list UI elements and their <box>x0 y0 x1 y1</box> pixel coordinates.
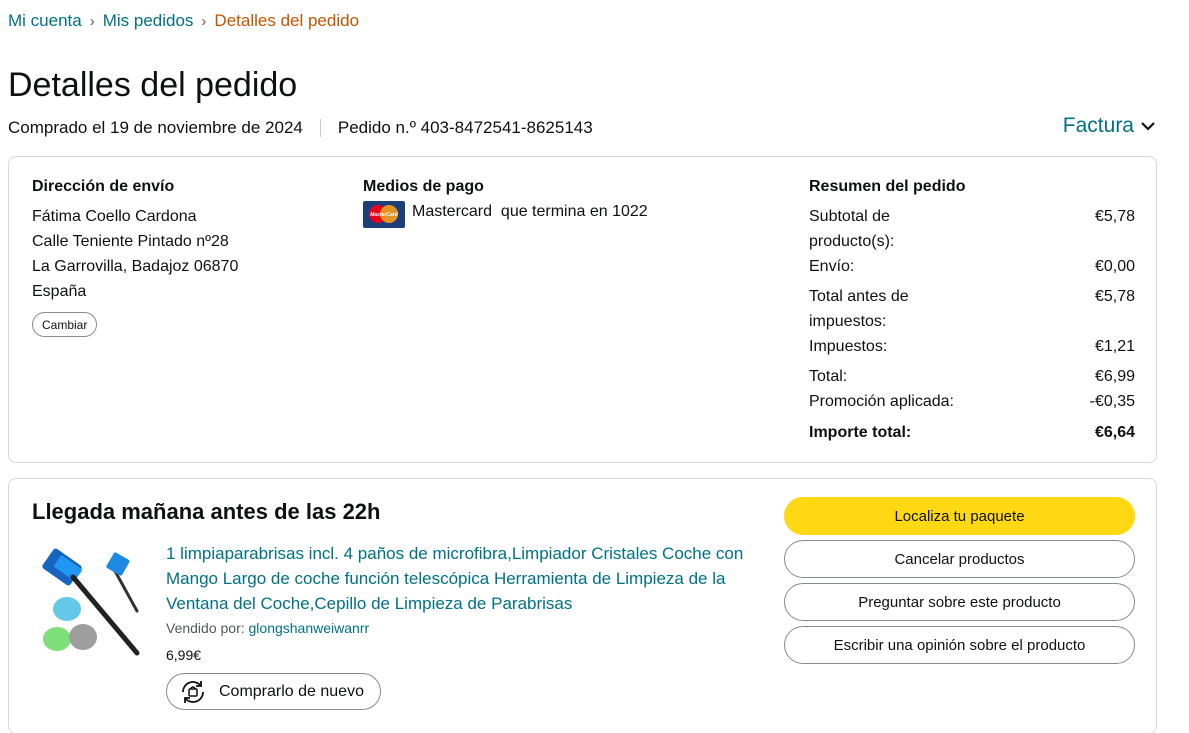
order-meta: Comprado el 19 de noviembre de 2024 Pedi… <box>8 118 593 138</box>
seller-link[interactable]: glongshanweiwanrr <box>249 620 370 636</box>
payment-title: Medios de pago <box>363 178 484 195</box>
write-review-button[interactable]: Escribir una opinión sobre el producto <box>784 626 1135 664</box>
mastercard-logo-text: MasterCard <box>370 211 398 218</box>
shipping-address-title: Dirección de envío <box>32 178 175 195</box>
invoice-label: Factura <box>1062 114 1134 137</box>
shipping-name: Fátima Coello Cardona <box>32 208 197 225</box>
shipping-city: La Garrovilla, Badajoz 06870 <box>32 258 239 275</box>
order-summary-title: Resumen del pedido <box>809 178 966 195</box>
purchase-date: Comprado el 19 de noviembre de 2024 <box>8 118 303 137</box>
chevron-down-icon <box>1141 122 1155 131</box>
shipping-street: Calle Teniente Pintado nº28 <box>32 233 229 250</box>
track-package-button[interactable]: Localiza tu paquete <box>784 497 1135 535</box>
payment-method: Mastercard que termina en 1022 <box>412 203 648 220</box>
order-info-card: Dirección de envío Fátima Coello Cardona… <box>8 156 1157 463</box>
summary-row: Subtotal de producto(s): €5,78 <box>809 208 1135 250</box>
arrival-status: Llegada mañana antes de las 22h <box>32 499 381 524</box>
summary-row: Impuestos: €1,21 <box>809 338 1135 355</box>
breadcrumb-current: Detalles del pedido <box>214 11 360 30</box>
summary-row: Total antes de impuestos: €5,78 <box>809 288 1135 330</box>
product-title-link[interactable]: 1 limpiaparabrisas incl. 4 paños de micr… <box>166 541 751 616</box>
breadcrumb-separator-icon: › <box>201 12 207 30</box>
summary-row: Promoción aplicada: -€0,35 <box>809 393 1135 410</box>
breadcrumb: Mi cuenta › Mis pedidos › Detalles del p… <box>8 11 359 31</box>
summary-total-row: Importe total: €6,64 <box>809 424 1135 441</box>
page-title: Detalles del pedido <box>8 66 298 104</box>
order-number: Pedido n.º 403-8472541-8625143 <box>337 118 593 137</box>
meta-divider <box>319 119 321 137</box>
buy-again-button[interactable]: Comprarlo de nuevo <box>166 673 381 710</box>
shipping-country: España <box>32 283 87 300</box>
summary-row: Envío: €0,00 <box>809 258 1135 275</box>
mastercard-icon: MasterCard <box>363 201 405 228</box>
ask-product-question-button[interactable]: Preguntar sobre este producto <box>784 583 1135 621</box>
seller-label: Vendido por: <box>166 620 245 636</box>
breadcrumb-my-account[interactable]: Mi cuenta <box>8 11 82 31</box>
change-address-button[interactable]: Cambiar <box>32 312 98 337</box>
breadcrumb-my-orders[interactable]: Mis pedidos <box>103 11 194 31</box>
product-price: 6,99€ <box>166 647 202 663</box>
seller-info: Vendido por: glongshanweiwanrr <box>166 620 369 636</box>
shipment-card: Llegada mañana antes de las 22h 1 limpia… <box>8 478 1157 733</box>
buy-again-label: Comprarlo de nuevo <box>219 682 364 700</box>
buy-again-icon <box>182 680 204 703</box>
product-image[interactable] <box>37 541 147 659</box>
breadcrumb-separator-icon: › <box>89 12 95 30</box>
invoice-dropdown[interactable]: Factura <box>1063 114 1156 138</box>
cancel-items-button[interactable]: Cancelar productos <box>784 540 1135 578</box>
summary-row: Total: €6,99 <box>809 368 1135 385</box>
